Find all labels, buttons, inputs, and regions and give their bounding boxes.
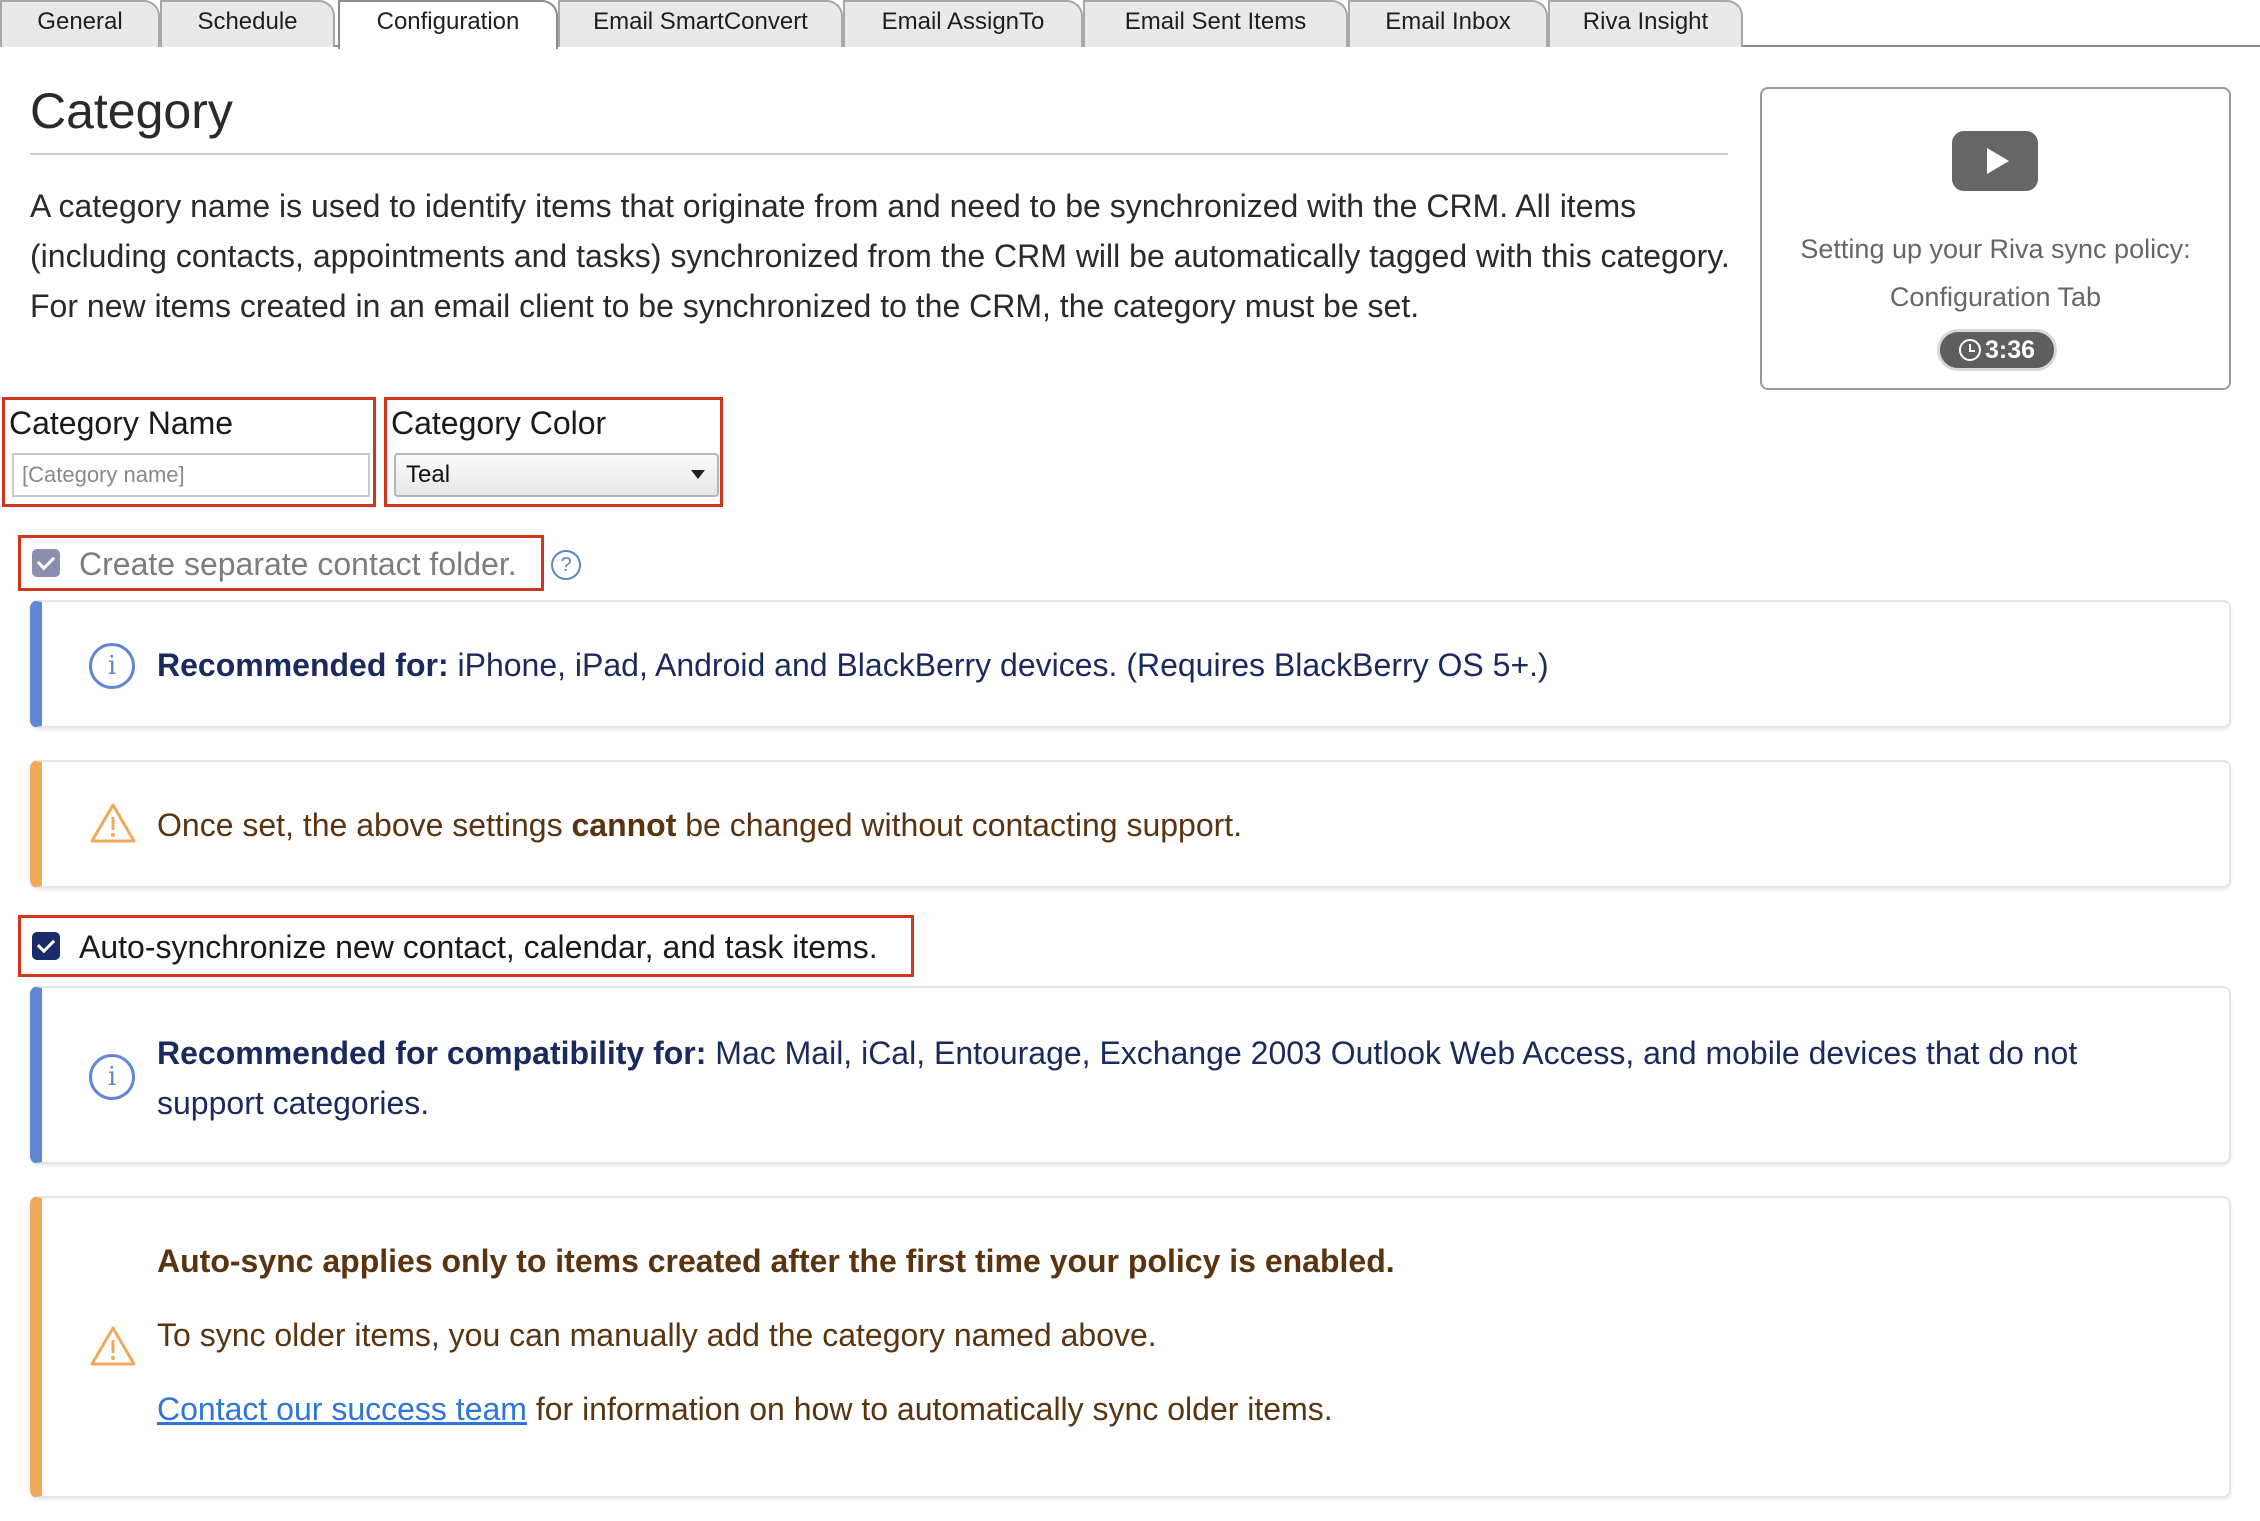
tab-general[interactable]: General [0, 0, 160, 47]
warning-triangle-icon [90, 1326, 136, 1366]
category-color-value: Teal [406, 461, 451, 488]
auto-sync-manual-hint: To sync older items, you can manually ad… [157, 1317, 1157, 1353]
category-color-select[interactable]: Teal [394, 453, 719, 497]
tab-bar: General Schedule Configuration Email Sma… [0, 0, 2260, 49]
device-recommendation-alert: i Recommended for: iPhone, iPad, Android… [30, 600, 2231, 728]
compatibility-recommendation-text: Recommended for compatibility for: Mac M… [157, 1035, 2078, 1121]
separate-folder-label: Create separate contact folder. [79, 546, 517, 582]
category-name-field-group: Category Name [2, 397, 376, 507]
tab-email-assignto[interactable]: Email AssignTo [843, 0, 1083, 47]
auto-sync-scope-warning: Auto-sync applies only to items created … [30, 1196, 2231, 1498]
page-title: Category [30, 83, 233, 139]
auto-sync-contact-line: Contact our success team for information… [157, 1391, 1333, 1427]
tab-schedule[interactable]: Schedule [160, 0, 335, 47]
separate-folder-option: Create separate contact folder. [18, 535, 544, 591]
warning-triangle-icon [90, 803, 136, 843]
video-title: Setting up your Riva sync policy: Config… [1800, 234, 2191, 312]
settings-locked-text: Once set, the above settings cannot be c… [157, 807, 1243, 843]
auto-sync-option: Auto-synchronize new contact, calendar, … [18, 915, 914, 977]
play-icon[interactable] [1952, 131, 2038, 191]
separate-folder-checkbox [32, 549, 60, 577]
title-divider [30, 153, 1728, 155]
category-color-field-group: Category Color Teal [384, 397, 723, 507]
video-duration: 3:36 [1984, 336, 2036, 364]
auto-sync-label: Auto-synchronize new contact, calendar, … [79, 929, 878, 965]
info-circle-icon: i [89, 643, 135, 689]
device-recommendation-text: Recommended for: iPhone, iPad, Android a… [157, 647, 1549, 683]
clock-icon [1958, 339, 1981, 361]
video-tutorial-card[interactable]: Setting up your Riva sync policy: Config… [1760, 87, 2231, 390]
compatibility-recommendation-alert: i Recommended for compatibility for: Mac… [30, 986, 2231, 1164]
auto-sync-checkbox[interactable] [32, 932, 60, 960]
video-duration-badge: 3:36 [1937, 329, 2057, 371]
category-description: A category name is used to identify item… [30, 188, 1730, 324]
caret-down-icon [691, 470, 705, 479]
category-name-label: Category Name [9, 405, 234, 441]
contact-success-team-link[interactable]: Contact our success team [157, 1391, 527, 1427]
tab-email-smartconvert[interactable]: Email SmartConvert [558, 0, 843, 47]
info-circle-icon: i [89, 1054, 135, 1100]
tab-email-inbox[interactable]: Email Inbox [1348, 0, 1548, 47]
tab-riva-insight[interactable]: Riva Insight [1548, 0, 1743, 47]
auto-sync-scope-heading: Auto-sync applies only to items created … [157, 1243, 1395, 1279]
question-circle-icon[interactable]: ? [551, 550, 581, 580]
category-color-label: Category Color [391, 405, 607, 441]
settings-locked-warning: Once set, the above settings cannot be c… [30, 760, 2231, 888]
category-name-input[interactable] [12, 453, 370, 497]
tab-configuration[interactable]: Configuration [338, 0, 558, 49]
tab-email-sent-items[interactable]: Email Sent Items [1083, 0, 1348, 47]
